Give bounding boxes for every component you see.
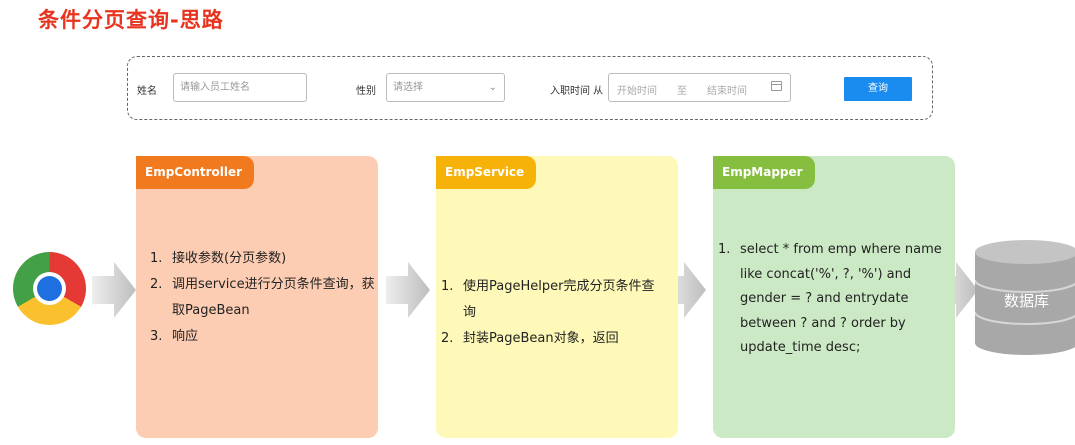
arrow-right-icon: [386, 262, 430, 318]
arrow-right-icon: [92, 262, 136, 318]
chevron-down-icon: ⌄: [488, 82, 497, 93]
gender-select[interactable]: 请选择 ⌄: [386, 73, 505, 102]
emp-controller-header: EmpController: [136, 156, 255, 189]
page-title: 条件分页查询-思路: [38, 8, 224, 32]
chrome-browser-icon: [13, 252, 86, 325]
name-label: 姓名: [137, 86, 157, 97]
end-date-input[interactable]: 结束时间: [707, 82, 747, 97]
emp-service-panel: EmpService 1. 使用PageHelper完成分页条件查询 2. 封装Pa…: [436, 156, 678, 438]
database-label: 数据库: [1003, 292, 1049, 310]
list-item: 3. 响应: [150, 329, 199, 344]
emp-mapper-panel: EmpMapper 1. select * from emp where name…: [713, 156, 955, 438]
search-form: 姓名 请输入员工姓名 性别 请选择 ⌄ 入职时间 从 开始时间 至 结束时间 查…: [127, 56, 933, 120]
emp-service-header: EmpService: [436, 156, 537, 189]
list-item: 1. 接收参数(分页参数): [150, 251, 287, 266]
start-date-input[interactable]: 开始时间: [617, 82, 657, 97]
search-button[interactable]: 查询: [844, 77, 912, 101]
entry-date-range[interactable]: 开始时间 至 结束时间: [608, 73, 791, 102]
list-item: 1. 使用PageHelper完成分页条件查询: [441, 279, 655, 320]
gender-label: 性别: [356, 86, 376, 97]
emp-controller-panel: EmpController 1. 接收参数(分页参数) 2. 调用service进行…: [136, 156, 378, 438]
list-item: 2. 调用service进行分页条件查询，获取PageBean: [150, 277, 375, 318]
calendar-icon[interactable]: [771, 81, 782, 91]
range-separator: 至: [677, 86, 687, 97]
list-item: 2. 封装PageBean对象，返回: [441, 331, 619, 346]
name-input[interactable]: 请输入员工姓名: [173, 73, 307, 102]
list-item: 1. select * from emp where name like conc…: [718, 242, 942, 355]
emp-mapper-header: EmpMapper: [713, 156, 815, 189]
gender-select-value: 请选择: [393, 82, 423, 93]
entry-date-label: 入职时间 从: [550, 86, 604, 97]
